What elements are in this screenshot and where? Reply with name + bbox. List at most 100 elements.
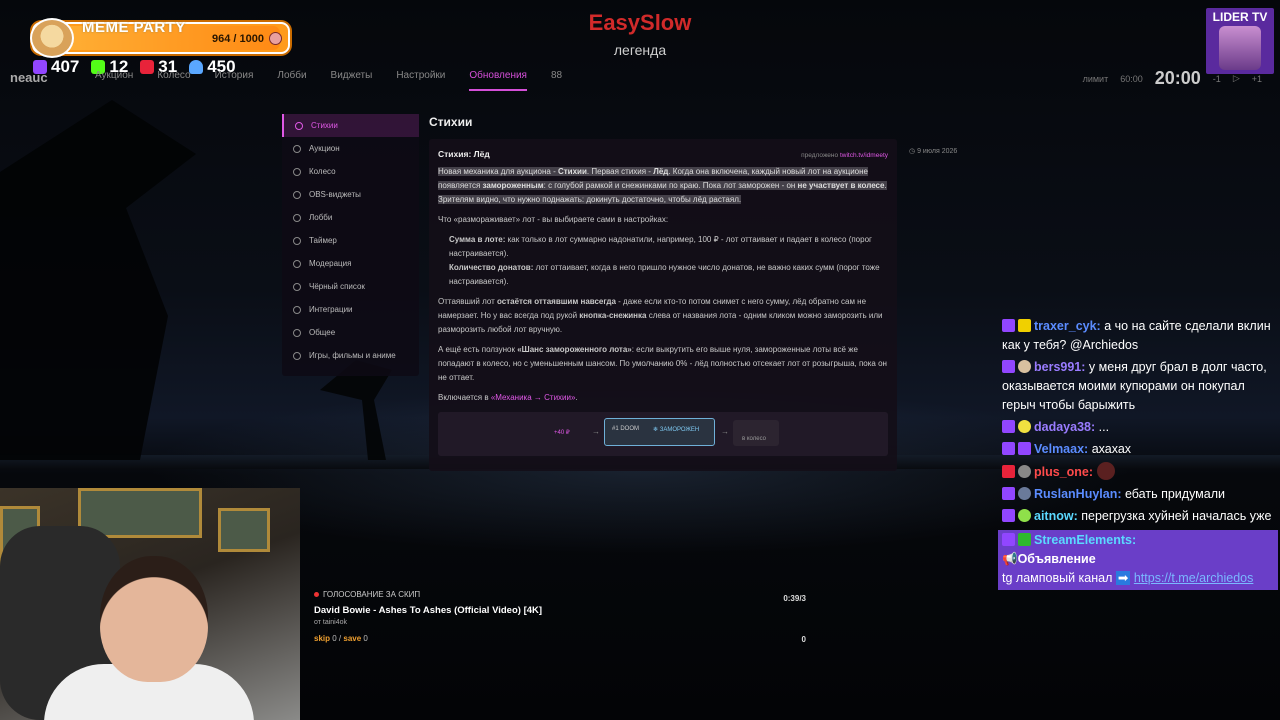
lider-avatar xyxy=(1219,26,1261,70)
sidebar-item-obs[interactable]: OBS-виджеты xyxy=(282,183,419,206)
lobby-icon xyxy=(293,213,301,222)
nav-widgets[interactable]: Виджеты xyxy=(331,70,373,91)
chat-message: dadaya38: ... xyxy=(998,417,1278,439)
chat-text: ... xyxy=(1098,420,1110,434)
streamer-header: EasySlow легенда xyxy=(0,10,1280,58)
timer-minus-button[interactable]: -1 xyxy=(1213,74,1221,84)
lider-tv-badge: LIDER TV xyxy=(1206,8,1274,74)
demo-frozen-lot: #1 DOOM ❄ ЗАМОРОЖЕН xyxy=(604,418,715,446)
shield-icon xyxy=(293,259,301,268)
song-title: David Bowie - Ashes To Ashes (Official V… xyxy=(314,605,543,616)
suggested-link[interactable]: twitch.tv/idmeety xyxy=(840,152,888,159)
film-icon xyxy=(293,351,301,360)
twitch-icon xyxy=(1002,319,1015,332)
card-title: Стихия: Лёд xyxy=(438,149,490,159)
avatar xyxy=(1018,360,1031,373)
avatar xyxy=(1018,465,1031,478)
app-logo[interactable]: neauc xyxy=(10,70,48,85)
demo-frozen-badge: ❄ ЗАМОРОЖЕН xyxy=(653,427,700,433)
save-label: save xyxy=(343,634,362,643)
updates-sidebar: Стихии Аукцион Колесо OBS-виджеты Лобби … xyxy=(282,114,419,376)
nav-updates[interactable]: Обновления xyxy=(469,70,527,91)
suggested-prefix: предложено xyxy=(801,152,839,159)
nav-history[interactable]: История xyxy=(215,70,254,91)
avatar xyxy=(1018,509,1031,522)
chat-username[interactable]: RuslanHuylan: xyxy=(1034,487,1122,501)
sidebar-item-elements[interactable]: Стихии xyxy=(282,114,419,137)
intro-paragraph: Новая механика для аукциона - Стихии. Пе… xyxy=(438,165,888,207)
sidebar-item-wheel[interactable]: Колесо xyxy=(282,160,419,183)
sidebar-item-label: Игры, фильмы и аниме xyxy=(309,351,396,360)
demo-lot-name: #1 DOOM xyxy=(612,426,640,432)
timer-controls: лимит 60:00 20:00 -1 ▷ +1 xyxy=(1083,68,1262,89)
chat-message: aitnow: перегрузка хуйней началась уже xyxy=(998,506,1278,528)
text: Включается в xyxy=(438,393,491,402)
chat-panel: traxer_cyk: а чо на сайте сделали вклин … xyxy=(998,316,1278,590)
intro-bold: замороженным xyxy=(482,181,544,190)
sidebar-item-general[interactable]: Общее xyxy=(282,321,419,344)
intro-bold: не участвует в колесе xyxy=(797,181,885,190)
auction-icon xyxy=(293,144,301,153)
streamer-name: EasySlow xyxy=(588,10,692,35)
sidebar-item-label: Общее xyxy=(309,328,336,337)
webcam-feed xyxy=(0,488,300,720)
chat-message: plus_one: xyxy=(998,461,1278,484)
wheel-icon xyxy=(293,167,301,176)
thaw-option-sum: Сумма в лоте: как только в лот суммарно … xyxy=(449,233,888,261)
nav-wheel[interactable]: Колесо xyxy=(157,70,190,91)
nav-auction[interactable]: Аукцион xyxy=(95,70,133,91)
gear-icon xyxy=(293,328,301,337)
intro-bold: Стихии xyxy=(557,167,587,176)
obs-icon xyxy=(293,190,301,199)
slider-paragraph: А ещё есть ползунок «Шанс замороженного … xyxy=(438,343,888,385)
update-date: ◷ 9 июля 2026 xyxy=(909,147,957,155)
plug-icon xyxy=(293,305,301,314)
vote-counts: skip 0 / save 0 xyxy=(314,634,368,643)
nav-settings[interactable]: Настройки xyxy=(396,70,445,91)
nav-lobby[interactable]: Лобби xyxy=(277,70,306,91)
vote-header: ГОЛОСОВАНИЕ ЗА СКИП xyxy=(314,590,806,599)
chat-username[interactable]: dadaya38: xyxy=(1034,420,1095,434)
sidebar-item-label: Интеграции xyxy=(309,305,353,314)
suggested-by: предложено twitch.tv/idmeety xyxy=(801,152,888,159)
chat-username[interactable]: bers991: xyxy=(1034,360,1085,374)
sidebar-item-lobby[interactable]: Лобби xyxy=(282,206,419,229)
painting-frame xyxy=(218,508,270,552)
stat-value: 407 xyxy=(51,57,80,76)
chat-username[interactable]: aitnow: xyxy=(1034,509,1078,523)
sidebar-item-timer[interactable]: Таймер xyxy=(282,229,419,252)
sidebar-item-moderation[interactable]: Модерация xyxy=(282,252,419,275)
text: А ещё есть ползунок xyxy=(438,345,518,354)
timer-display: 20:00 xyxy=(1154,68,1201,88)
clock-icon: ◷ xyxy=(909,148,918,155)
chat-username[interactable]: StreamElements: xyxy=(1034,533,1136,547)
thaw-options: Сумма в лоте: как только в лот суммарно … xyxy=(438,233,888,289)
song-progress: 0:39/3 xyxy=(783,594,806,603)
sidebar-item-label: Лобби xyxy=(309,213,333,222)
sidebar-item-media[interactable]: Игры, фильмы и аниме xyxy=(282,344,419,367)
nav-extra[interactable]: 88 xyxy=(551,70,562,91)
sidebar-item-integrations[interactable]: Интеграции xyxy=(282,298,419,321)
intro-text: : с голубой рамкой и снежинками по краю.… xyxy=(543,181,798,190)
chat-link[interactable]: https://t.me/archiedos xyxy=(1134,571,1254,585)
twitch-icon xyxy=(1002,420,1015,433)
chat-username[interactable]: Velmaax: xyxy=(1034,442,1088,456)
twitch-icon xyxy=(1002,509,1015,522)
song-vote-widget: ГОЛОСОВАНИЕ ЗА СКИП David Bowie - Ashes … xyxy=(314,590,806,644)
settings-path-link[interactable]: «Механика → Стихии» xyxy=(491,393,576,402)
moderator-icon xyxy=(1018,533,1031,546)
chat-username[interactable]: traxer_cyk: xyxy=(1034,319,1101,333)
timer-plus-button[interactable]: +1 xyxy=(1252,74,1262,84)
sidebar-item-label: Чёрный список xyxy=(309,282,365,291)
sidebar-item-label: Модерация xyxy=(309,259,352,268)
emote-icon xyxy=(1096,462,1115,480)
chat-username[interactable]: plus_one: xyxy=(1034,465,1093,479)
play-icon[interactable]: ▷ xyxy=(1233,73,1240,84)
sidebar-item-label: OBS-виджеты xyxy=(309,190,361,199)
intro-bold: Лёд xyxy=(653,167,669,176)
limit-value[interactable]: 60:00 xyxy=(1120,74,1143,84)
chat-text: ебать придумали xyxy=(1125,487,1225,501)
section-title: Стихии xyxy=(429,115,473,129)
sidebar-item-auction[interactable]: Аукцион xyxy=(282,137,419,160)
sidebar-item-blacklist[interactable]: Чёрный список xyxy=(282,275,419,298)
